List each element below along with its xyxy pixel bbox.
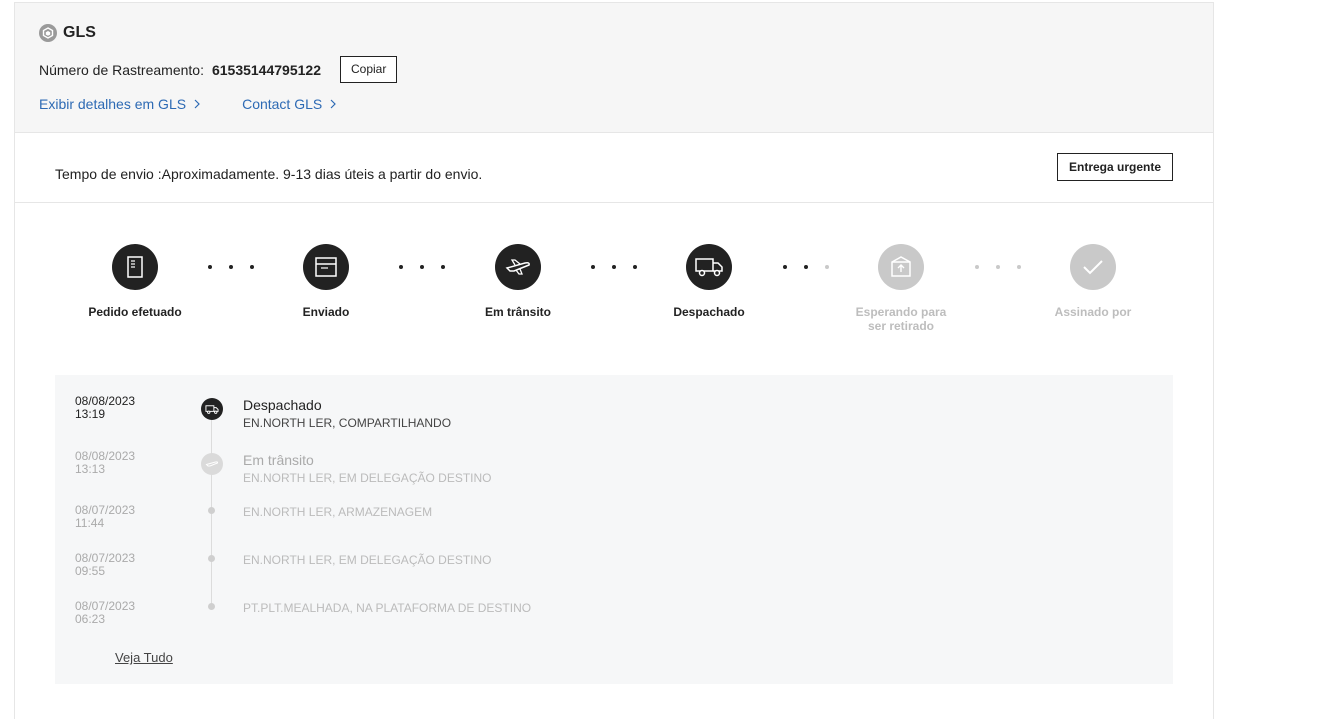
event-description: EN.NORTH LER, EM DELEGAÇÃO DESTINO: [243, 553, 492, 567]
event-time: 13:13: [75, 462, 106, 476]
step-shipped: Enviado: [261, 244, 391, 319]
truck-icon: [201, 398, 223, 420]
copy-button[interactable]: Copiar: [339, 56, 398, 83]
timeline-dot: [208, 603, 215, 610]
step-order-placed: Pedido efetuado: [70, 244, 200, 319]
chevron-right-icon: [194, 97, 200, 112]
step-dispatched: Despachado: [644, 244, 774, 319]
tracking-number: 61535144795122: [211, 61, 321, 78]
shipping-time-text: Tempo de envio :Aproximadamente. 9-13 di…: [55, 166, 483, 182]
event-description: EN.NORTH LER, ARMAZENAGEM: [243, 505, 433, 519]
view-details-link[interactable]: Exibir detalhes em GLS: [39, 96, 200, 112]
package-icon: [303, 244, 349, 290]
event-time: 11:44: [75, 516, 105, 530]
urgent-delivery-button[interactable]: Entrega urgente: [1056, 153, 1173, 181]
event-datetime: 08/08/2023 13:13: [75, 450, 135, 476]
event-datetime: 08/07/2023 11:44: [75, 504, 135, 530]
see-all-link[interactable]: Veja Tudo: [115, 650, 173, 665]
carrier-header: GLS Número de Rastreamento: 615351447951…: [15, 3, 1213, 133]
event-datetime: 08/07/2023 09:55: [75, 552, 135, 578]
check-icon: [1070, 244, 1116, 290]
carrier-name: GLS: [63, 24, 96, 41]
tracking-label: Número de Rastreamento:: [39, 61, 204, 78]
step-awaiting-pickup: Esperando para ser retirado: [836, 244, 966, 333]
event-description: EN.NORTH LER, COMPARTILHANDO: [243, 416, 452, 430]
event-time: 09:55: [75, 564, 106, 578]
gls-logo-icon: [39, 24, 57, 42]
tracking-card: GLS Número de Rastreamento: 615351447951…: [14, 2, 1214, 719]
step-label: Assinado por: [1054, 305, 1132, 319]
truck-icon: [686, 244, 732, 290]
event-title: Em trânsito: [243, 452, 314, 468]
view-details-label: Exibir detalhes em GLS: [39, 96, 187, 112]
tracking-row: Número de Rastreamento: 61535144795122 C…: [39, 56, 398, 83]
event-datetime: 08/08/2023 13:19: [75, 395, 135, 421]
step-label: Pedido efetuado: [88, 305, 182, 319]
chevron-right-icon: [330, 97, 337, 112]
step-label: Enviado: [302, 305, 350, 319]
airplane-icon: [201, 453, 223, 475]
timeline-dot: [208, 555, 215, 562]
contact-carrier-link[interactable]: Contact GLS: [242, 96, 337, 112]
step-label: Em trânsito: [484, 305, 551, 319]
event-time: 06:23: [75, 612, 106, 626]
contact-carrier-label: Contact GLS: [242, 96, 323, 112]
event-description: PT.PLT.MEALHADA, NA PLATAFORMA DE DESTIN…: [243, 601, 532, 615]
step-signed: Assinado por: [1028, 244, 1158, 319]
tracking-timeline: 08/08/2023 13:19 Despachado EN.NORTH LER…: [55, 375, 1173, 684]
step-in-transit: Em trânsito: [453, 244, 583, 319]
step-label: Despachado: [673, 305, 745, 319]
event-datetime: 08/07/2023 06:23: [75, 600, 135, 626]
document-icon: [112, 244, 158, 290]
timeline-dot: [208, 507, 215, 514]
carrier-title: GLS: [39, 24, 96, 42]
event-title: Despachado: [243, 397, 322, 413]
carrier-links: Exibir detalhes em GLS Contact GLS: [39, 96, 337, 112]
shipping-time-bar: Tempo de envio :Aproximadamente. 9-13 di…: [15, 134, 1213, 203]
airplane-icon: [495, 244, 541, 290]
event-time: 13:19: [75, 407, 106, 421]
event-description: EN.NORTH LER, EM DELEGAÇÃO DESTINO: [243, 471, 492, 485]
step-label: Esperando para ser retirado: [855, 305, 947, 333]
pickup-box-icon: [878, 244, 924, 290]
